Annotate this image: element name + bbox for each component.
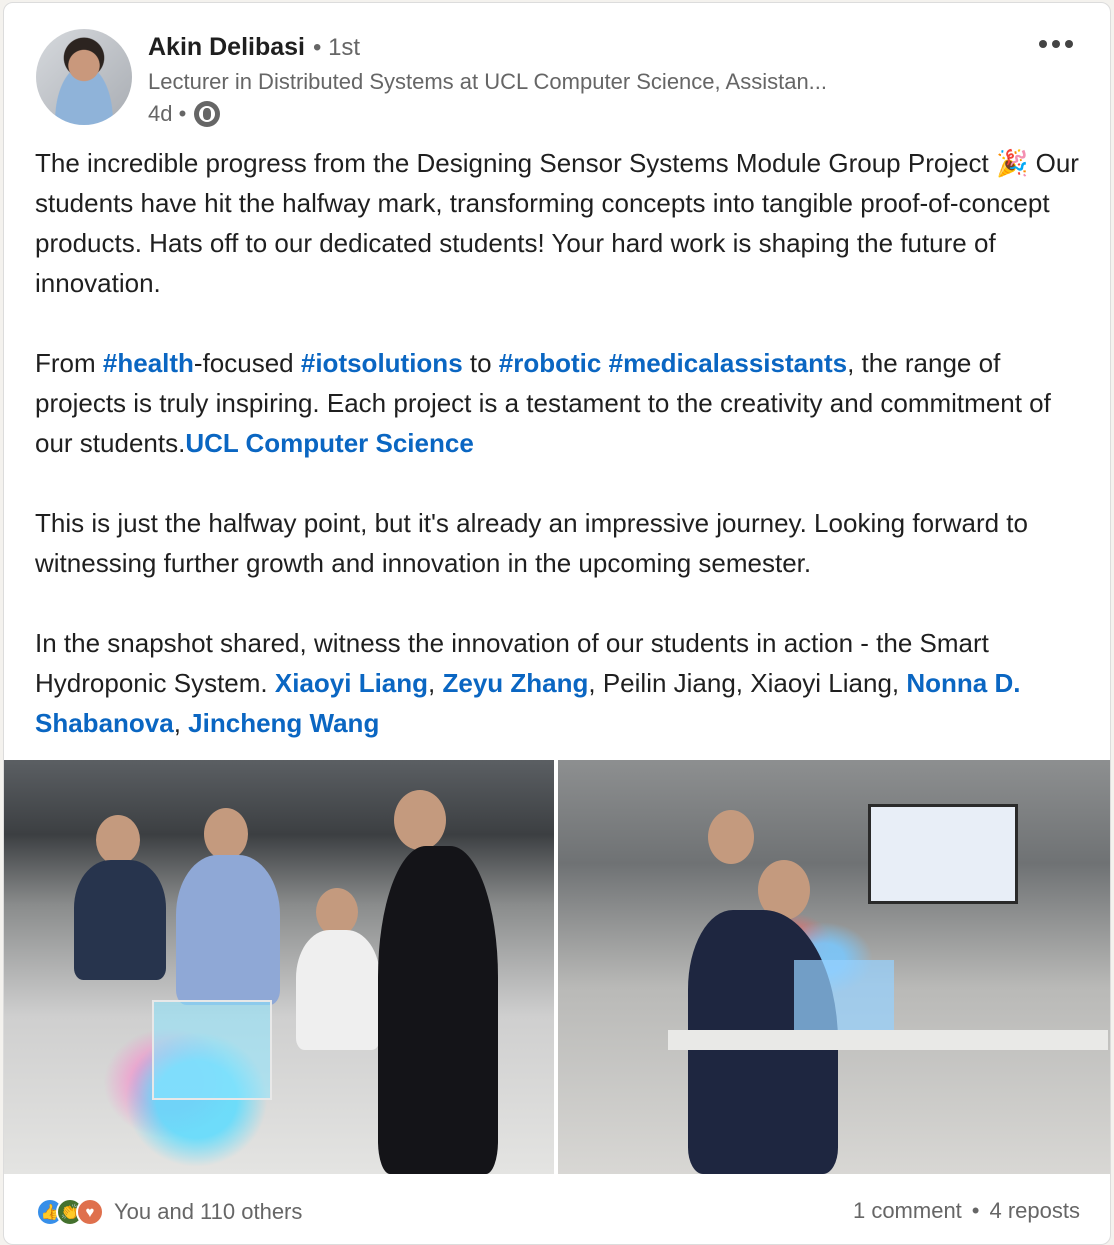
paragraph-text: -focused xyxy=(193,348,301,378)
engagement-counts: 1 comment • 4 reposts xyxy=(853,1198,1080,1224)
mention-xiaoyi-liang[interactable]: Xiaoyi Liang xyxy=(275,668,428,698)
post-card: Akin Delibasi • 1st Lecturer in Distribu… xyxy=(3,2,1111,1245)
avatar[interactable] xyxy=(36,29,132,125)
photo-figure xyxy=(708,810,754,864)
hashtag-iotsolutions[interactable]: #iotsolutions xyxy=(301,348,463,378)
reactions-summary[interactable]: 👍 👏 ♥ You and 110 others xyxy=(36,1198,302,1226)
photo-figure xyxy=(394,790,446,850)
separator: • xyxy=(971,1198,980,1223)
photo-figure xyxy=(96,815,140,865)
mention-jincheng-wang[interactable]: Jincheng Wang xyxy=(188,708,379,738)
photo-figure xyxy=(296,930,380,1050)
hashtag-medicalassistants[interactable]: #medicalassistants xyxy=(609,348,847,378)
post-paragraph-1: The incredible progress from the Designi… xyxy=(35,143,1085,303)
post-meta: 4d • xyxy=(148,101,221,127)
connection-degree: • 1st xyxy=(313,34,361,61)
globe-icon xyxy=(194,101,221,127)
post-paragraph-3: This is just the halfway point, but it's… xyxy=(35,508,1028,578)
hydroponic-device xyxy=(152,1000,272,1100)
mention-zeyu-zhang[interactable]: Zeyu Zhang xyxy=(442,668,588,698)
hashtag-health[interactable]: #health xyxy=(103,348,194,378)
mention-ucl-computer-science[interactable]: UCL Computer Science xyxy=(185,428,473,458)
photo-figure xyxy=(74,860,166,980)
paragraph-text: to xyxy=(462,348,499,378)
paragraph-text xyxy=(601,348,608,378)
hydroponic-device xyxy=(794,960,894,1030)
reposts-count[interactable]: 4 reposts xyxy=(990,1198,1081,1224)
table xyxy=(668,1030,1108,1050)
more-icon xyxy=(1039,40,1047,48)
paragraph-text: , Peilin Jiang, Xiaoyi Liang, xyxy=(588,668,907,698)
reactions-count[interactable]: You and 110 others xyxy=(114,1199,302,1225)
wall-screen xyxy=(868,804,1018,904)
more-icon-dot xyxy=(1065,40,1073,48)
paragraph-text: , xyxy=(173,708,189,738)
photo-students-group[interactable] xyxy=(4,760,554,1174)
post-time: 4d • xyxy=(148,101,187,126)
photo-figure xyxy=(204,808,248,860)
author-name-row: Akin Delibasi • 1st xyxy=(148,33,360,62)
social-bar: 👍 👏 ♥ You and 110 others 1 comment • 4 r… xyxy=(4,1178,1110,1244)
more-button[interactable] xyxy=(1032,27,1080,61)
photo-student-demo[interactable] xyxy=(558,760,1110,1174)
more-icon-dot xyxy=(1052,40,1060,48)
comments-count[interactable]: 1 comment xyxy=(853,1198,962,1224)
author-headline: Lecturer in Distributed Systems at UCL C… xyxy=(148,69,828,94)
hashtag-robotic[interactable]: #robotic xyxy=(499,348,602,378)
post-paragraph-4: In the snapshot shared, witness the inno… xyxy=(35,623,1085,743)
post-paragraph-2: From #health-focused #iotsolutions to #r… xyxy=(35,343,1085,463)
paragraph-text: From xyxy=(35,348,103,378)
photo-figure xyxy=(378,846,498,1174)
author-name[interactable]: Akin Delibasi xyxy=(148,33,305,62)
paragraph-text: The incredible progress from the Designi… xyxy=(35,148,1079,298)
post-images xyxy=(4,760,1110,1174)
post-header: Akin Delibasi • 1st Lecturer in Distribu… xyxy=(4,3,1110,143)
post-body: The incredible progress from the Designi… xyxy=(35,143,1085,743)
love-icon: ♥ xyxy=(76,1198,104,1226)
photo-figure xyxy=(176,855,280,1005)
photo-figure xyxy=(316,888,358,936)
paragraph-text: , xyxy=(428,668,443,698)
